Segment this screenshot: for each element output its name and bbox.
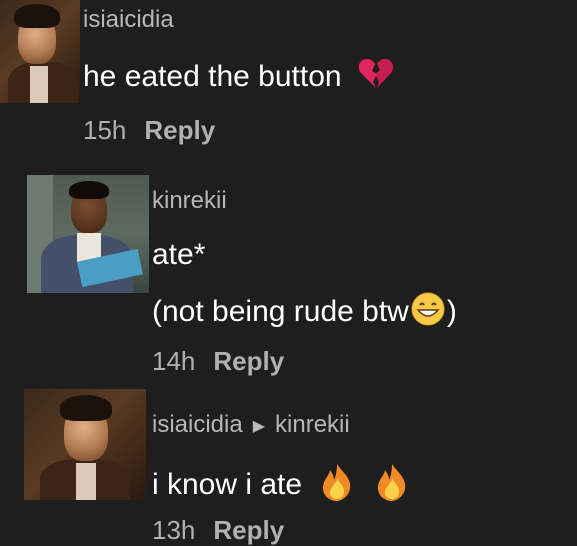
fire-icon	[318, 462, 356, 510]
avatar[interactable]	[27, 175, 149, 293]
comment-text-content: (not being rude btw	[152, 294, 409, 328]
grinning-face-icon	[411, 292, 445, 334]
comment-meta: 14h Reply	[152, 346, 284, 377]
comment-meta: 15h Reply	[83, 115, 215, 146]
reply-button[interactable]: Reply	[144, 115, 215, 145]
comment-time: 13h	[152, 515, 196, 545]
comment-time: 15h	[83, 115, 127, 145]
avatar[interactable]	[24, 389, 146, 500]
comment-text: he eated the button	[83, 58, 394, 98]
avatar[interactable]	[0, 0, 80, 103]
comment-time: 14h	[152, 346, 196, 376]
comment-username: isiaicidia ▶ kinrekii	[152, 411, 350, 439]
comment-username[interactable]: kinrekii	[152, 187, 227, 215]
broken-heart-icon	[358, 58, 394, 98]
comment-text-content: he eated the button	[83, 59, 342, 93]
comment-text-content: )	[446, 294, 457, 328]
comment-text-line: ate*	[152, 238, 206, 271]
comment-text: i know i ate	[152, 462, 411, 510]
comment-text-line: (not being rude btw )	[152, 292, 457, 334]
reply-button[interactable]: Reply	[213, 346, 284, 376]
comment-username[interactable]: isiaicidia	[83, 6, 174, 34]
comment-username-author[interactable]: isiaicidia	[152, 411, 243, 438]
reply-arrow-icon: ▶	[252, 417, 266, 435]
fire-icon	[373, 462, 411, 510]
reply-button[interactable]: Reply	[213, 515, 284, 545]
comment-username-reply-to[interactable]: kinrekii	[275, 411, 350, 438]
comment-text-content: i know i ate	[152, 467, 303, 501]
